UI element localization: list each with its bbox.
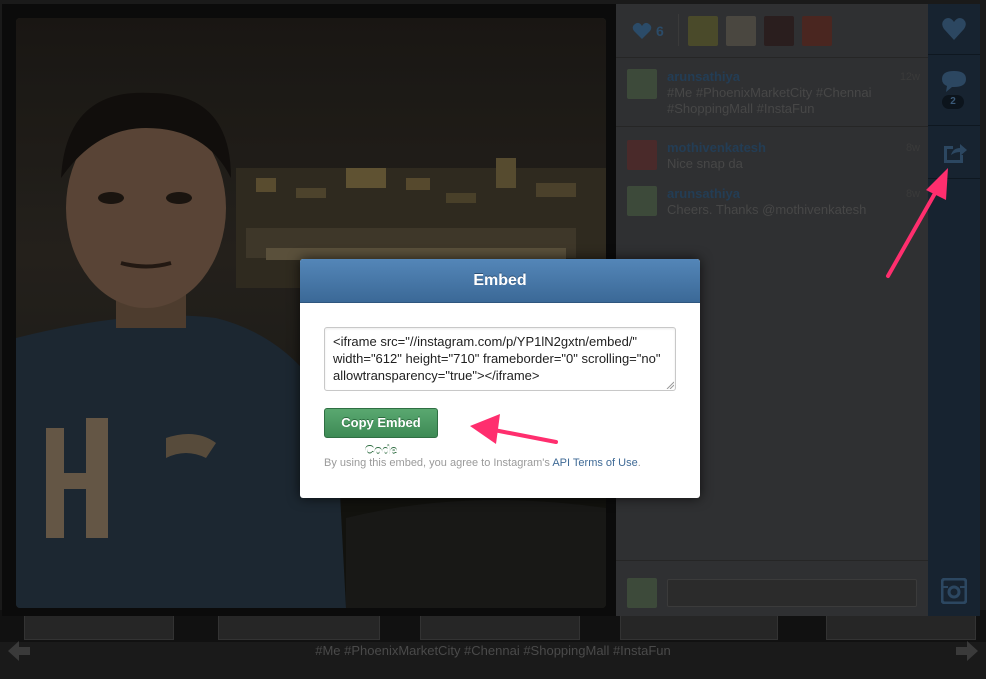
comment-username[interactable]: arunsathiya [667,69,740,84]
embed-code-textarea[interactable]: <iframe src="//instagram.com/p/YP1lN2gxt… [324,327,676,391]
comment-icon [942,71,966,92]
comment-time: 8w [905,188,920,200]
resize-grip-icon[interactable] [666,381,674,389]
instagram-icon [941,578,967,604]
copy-embed-code-button[interactable]: Copy Embed Code [324,408,438,458]
avatar[interactable] [627,140,657,170]
avatar[interactable] [627,186,657,216]
liker-avatar[interactable] [764,16,794,46]
comment-text: #Me #PhoenixMarketCity #Chennai #Shoppin… [667,85,872,116]
share-icon [944,144,967,163]
comment: arunsathiya 8w Cheers. Thanks @mothivenk… [616,186,928,222]
comment-button[interactable]: 2 [928,55,980,125]
comment: mothivenkatesh 8w Nice snap da [616,140,928,176]
disclaimer-end: . [637,457,641,469]
liker-avatar[interactable] [688,16,718,46]
comment-composer [616,560,928,616]
liker-avatar[interactable] [726,16,756,46]
dialog-header: Embed [300,259,700,303]
action-rail: 2 [928,4,980,616]
api-terms-link[interactable]: API Terms of Use [552,457,637,469]
like-button[interactable] [928,4,980,54]
comment-time: 8w [905,142,920,154]
divider [928,178,980,179]
comment-time: 12w [899,71,920,83]
heart-icon[interactable] [632,22,652,40]
comment-username[interactable]: arunsathiya [667,186,740,201]
likes-bar: 6 [616,4,928,58]
share-button[interactable] [928,126,980,178]
comment-input[interactable] [667,579,917,607]
embed-dialog: Embed <iframe src="//instagram.com/p/YP1… [300,259,700,498]
disclaimer-text: By using this embed, you agree to Instag… [324,457,550,469]
likes-count[interactable]: 6 [656,23,664,39]
comment: arunsathiya 12w #Me #PhoenixMarketCity #… [616,69,928,119]
avatar [627,578,657,608]
divider [678,14,679,46]
instagram-button[interactable] [928,566,980,616]
strip-caption: #Me #PhoenixMarketCity #Chennai #Shoppin… [315,643,671,658]
disclaimer: By using this embed, you agree to Instag… [324,457,684,469]
comment-text: Nice snap da [667,156,743,171]
comment-username[interactable]: mothivenkatesh [667,140,766,155]
avatar[interactable] [627,69,657,99]
dialog-title: Embed [473,272,527,289]
comment-count-badge: 2 [942,95,964,109]
comment-text: Cheers. Thanks @mothivenkatesh [667,202,867,217]
heart-icon [942,18,966,40]
divider [616,126,928,127]
liker-avatar[interactable] [802,16,832,46]
